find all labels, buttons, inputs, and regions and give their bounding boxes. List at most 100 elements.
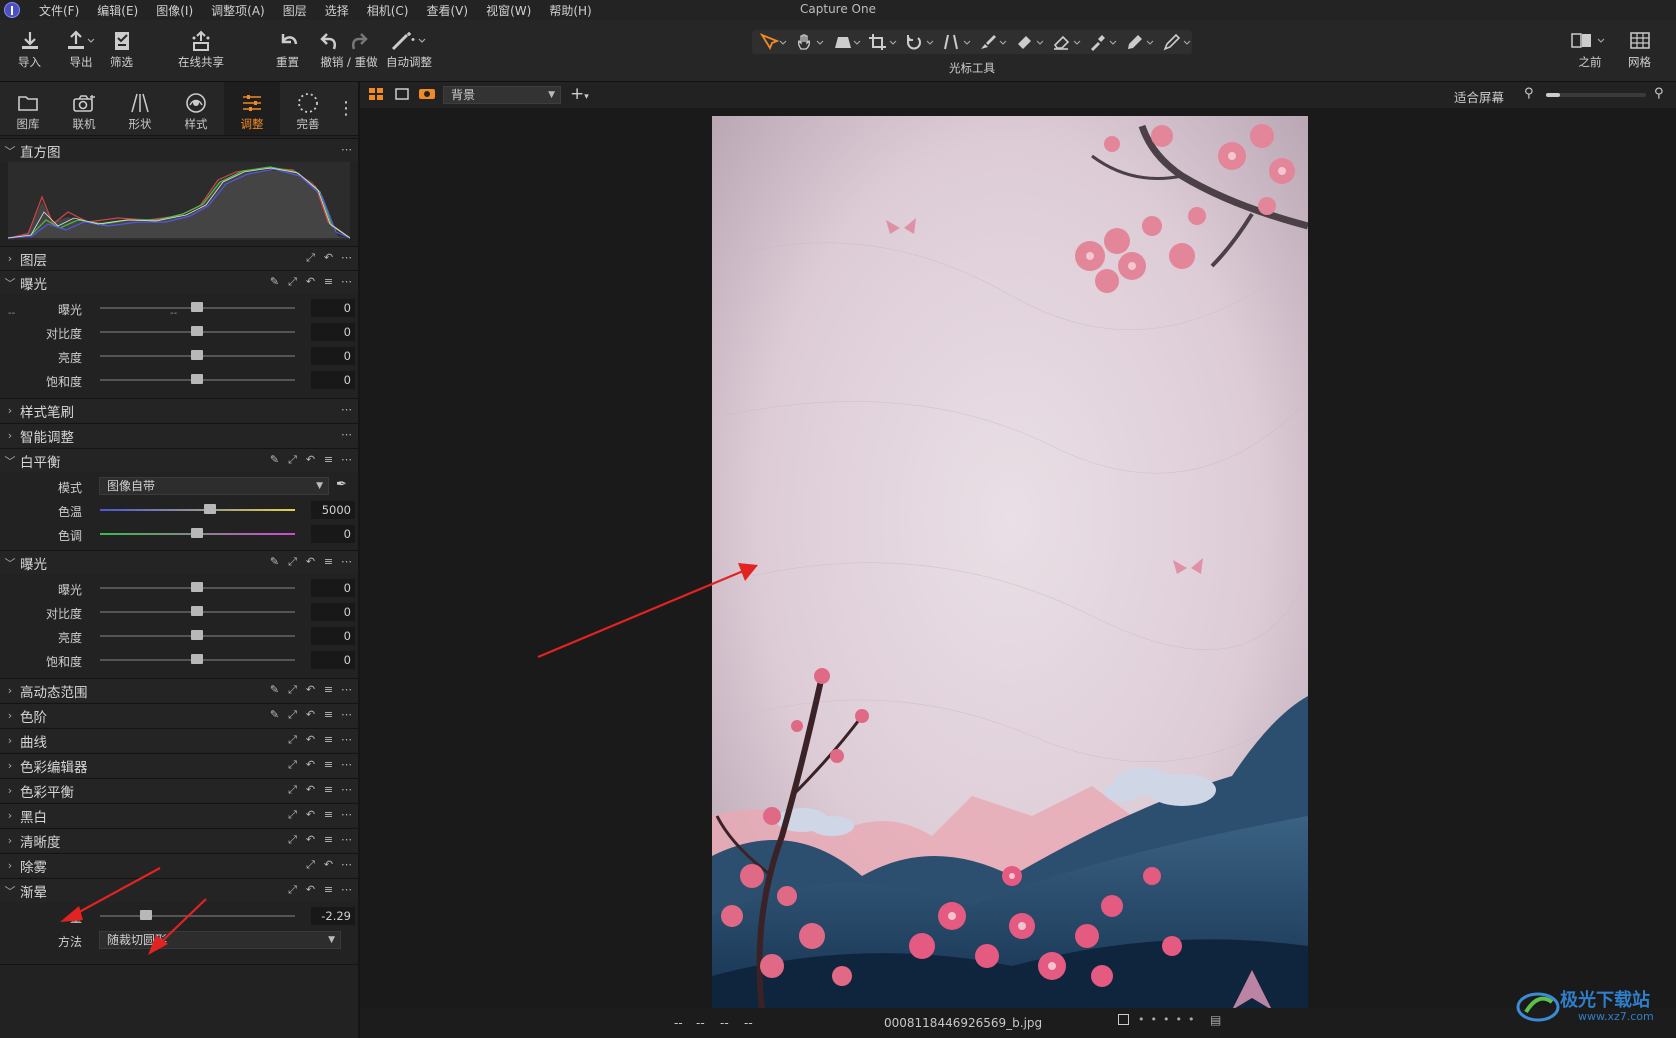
- select-cursor-icon[interactable]: [758, 32, 789, 52]
- import-button[interactable]: 导入: [18, 28, 41, 70]
- more-icon[interactable]: ⋯: [341, 708, 352, 722]
- vignette-method-select[interactable]: 随裁切圆形 ▼: [99, 931, 341, 949]
- reset-icon[interactable]: ↶: [305, 883, 316, 897]
- more-icon[interactable]: ⋯: [341, 858, 352, 872]
- reset-icon[interactable]: ↶: [305, 808, 316, 822]
- undo-redo-button[interactable]: 撤销 / 重做: [317, 28, 381, 70]
- reset-icon[interactable]: ↶: [305, 683, 316, 697]
- reset-icon[interactable]: ↶: [305, 453, 316, 467]
- reset-icon[interactable]: ↶: [305, 275, 316, 289]
- slider-knob[interactable]: [191, 326, 203, 336]
- menu-file[interactable]: 文件(F): [30, 2, 88, 19]
- fit-to-screen-label[interactable]: 适合屏幕: [1454, 87, 1504, 106]
- exposure-value-field[interactable]: 0: [311, 299, 355, 317]
- section-layers[interactable]: › 图层 ⤢ ↶ ⋯: [0, 246, 358, 270]
- presets-icon[interactable]: ≡: [323, 275, 334, 289]
- expand-icon[interactable]: ⤢: [287, 783, 298, 797]
- more-tabs-icon[interactable]: ⋮: [336, 82, 356, 135]
- presets-icon[interactable]: ≡: [323, 708, 334, 722]
- picker-icon[interactable]: [1088, 32, 1119, 52]
- pan-hand-icon[interactable]: [795, 32, 826, 52]
- slider-knob[interactable]: [191, 302, 203, 312]
- crop-icon[interactable]: [868, 32, 899, 52]
- section-black-white[interactable]: › 黑白 ⤢ ↶ ≡ ⋯: [0, 803, 358, 827]
- keystone-icon[interactable]: [831, 32, 862, 52]
- expand-icon[interactable]: ⤢: [305, 858, 316, 872]
- temperature-slider[interactable]: [100, 509, 295, 511]
- expand-icon[interactable]: ⤢: [287, 708, 298, 722]
- slider-knob[interactable]: [191, 606, 203, 616]
- slider-knob[interactable]: [191, 582, 203, 592]
- reset-icon[interactable]: ↶: [305, 833, 316, 847]
- more-icon[interactable]: ⋯: [341, 251, 352, 265]
- section-dehaze[interactable]: › 除雾 ⤢ ↶ ⋯: [0, 853, 358, 877]
- expand-icon[interactable]: ⤢: [287, 275, 298, 289]
- reset-icon[interactable]: ↶: [305, 555, 316, 569]
- eraser-icon[interactable]: [1051, 32, 1082, 52]
- rotate-icon[interactable]: [905, 32, 936, 52]
- menu-view[interactable]: 查看(V): [418, 2, 478, 19]
- more-icon[interactable]: ⋯: [341, 143, 352, 156]
- section-color-balance[interactable]: › 色彩平衡 ⤢ ↶ ≡ ⋯: [0, 778, 358, 802]
- rating-box-icon[interactable]: [1118, 1014, 1129, 1025]
- tab-tethered[interactable]: 联机: [56, 82, 112, 135]
- export-button[interactable]: 导出: [66, 28, 96, 70]
- presets-icon[interactable]: ≡: [323, 758, 334, 772]
- menu-select[interactable]: 选择: [316, 2, 358, 19]
- exposure-value-field[interactable]: 0: [311, 579, 355, 597]
- expand-icon[interactable]: ⤢: [287, 453, 298, 467]
- filter-button[interactable]: 筛选: [110, 28, 133, 70]
- tab-shape[interactable]: 形状: [112, 82, 168, 135]
- tab-refine[interactable]: 完善: [280, 82, 336, 135]
- wb-mode-select[interactable]: 图像自带 ▼: [99, 477, 329, 495]
- auto-adjust-button[interactable]: 自动调整: [386, 28, 432, 70]
- presets-icon[interactable]: ≡: [323, 555, 334, 569]
- presets-icon[interactable]: ≡: [323, 733, 334, 747]
- presets-icon[interactable]: ≡: [323, 453, 334, 467]
- local-adjust-icon[interactable]: ✎: [269, 555, 280, 569]
- tint-value-field[interactable]: 0: [311, 525, 355, 543]
- tab-library[interactable]: 图库: [0, 82, 56, 135]
- zoom-in-icon[interactable]: ⚲: [1654, 86, 1664, 101]
- slider-knob[interactable]: [191, 374, 203, 384]
- more-icon[interactable]: ⋯: [341, 555, 352, 569]
- slider-knob[interactable]: [204, 504, 216, 514]
- presets-icon[interactable]: ≡: [323, 883, 334, 897]
- tab-adjust[interactable]: 调整: [224, 82, 280, 135]
- expand-icon[interactable]: ⤢: [287, 758, 298, 772]
- layer-select[interactable]: 背景 ▼: [443, 86, 561, 104]
- reset-icon[interactable]: ↶: [323, 858, 334, 872]
- proof-view-icon[interactable]: [418, 87, 436, 104]
- more-icon[interactable]: ⋯: [341, 453, 352, 467]
- more-icon[interactable]: ⋯: [341, 428, 352, 441]
- slider-knob[interactable]: [191, 528, 203, 538]
- slider-knob[interactable]: [140, 910, 152, 920]
- section-vignette[interactable]: ﹀ 渐晕 ⤢ ↶ ≡ ⋯: [0, 878, 358, 902]
- contrast-value-field[interactable]: 0: [311, 603, 355, 621]
- brush-icon[interactable]: [978, 32, 1009, 52]
- more-icon[interactable]: ⋯: [341, 808, 352, 822]
- single-view-icon[interactable]: [394, 87, 410, 104]
- saturation-value-field[interactable]: 0: [311, 651, 355, 669]
- more-icon[interactable]: ⋯: [341, 883, 352, 897]
- more-icon[interactable]: ⋯: [341, 683, 352, 697]
- zoom-slider[interactable]: [1546, 93, 1646, 97]
- section-clarity[interactable]: › 清晰度 ⤢ ↶ ≡ ⋯: [0, 828, 358, 852]
- menu-layers[interactable]: 图层: [274, 2, 316, 19]
- vignette-amount-value-field[interactable]: -2.29: [311, 907, 355, 925]
- menu-help[interactable]: 帮助(H): [540, 2, 600, 19]
- more-icon[interactable]: ⋯: [341, 833, 352, 847]
- presets-icon[interactable]: ≡: [323, 783, 334, 797]
- reset-button[interactable]: 重置: [276, 28, 299, 70]
- presets-icon[interactable]: ≡: [323, 833, 334, 847]
- section-color-editor[interactable]: › 色彩编辑器 ⤢ ↶ ≡ ⋯: [0, 753, 358, 777]
- expand-icon[interactable]: ⤢: [287, 555, 298, 569]
- menu-image[interactable]: 图像(I): [147, 2, 202, 19]
- section-smart-adjust[interactable]: › 智能调整 ⋯: [0, 423, 358, 447]
- reset-icon[interactable]: ↶: [305, 708, 316, 722]
- zoom-out-icon[interactable]: ⚲: [1524, 86, 1534, 101]
- slider-knob[interactable]: [191, 654, 203, 664]
- eyedropper-icon[interactable]: ✒: [336, 477, 347, 492]
- expand-icon[interactable]: ⤢: [287, 733, 298, 747]
- presets-icon[interactable]: ≡: [323, 808, 334, 822]
